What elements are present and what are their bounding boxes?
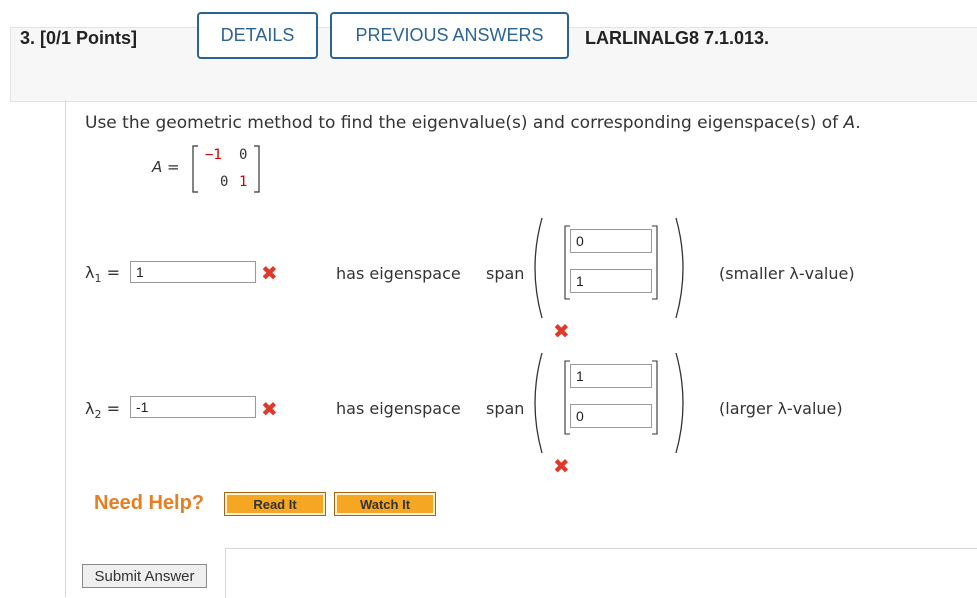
equals-sign: = — [106, 263, 120, 282]
question-points-label: 3. [0/1 Points] — [20, 28, 138, 48]
matrix-cell-1-2: 0 — [239, 147, 248, 163]
matrix-cell-1-1: −1 — [205, 147, 222, 163]
x-mark-icon: ✖ — [553, 454, 570, 478]
x-mark-icon: ✖ — [261, 397, 278, 421]
matrix-a: −1 0 0 1 — [191, 143, 261, 195]
previous-answers-button[interactable]: PREVIOUS ANSWERS — [330, 12, 569, 59]
matrix-label: A = — [152, 158, 180, 176]
watch-it-button[interactable]: Watch It — [334, 492, 436, 516]
lambda-subscript: 2 — [94, 408, 102, 422]
has-eigenspace-label: has eigenspace — [336, 399, 461, 418]
has-eigenspace-label: has eigenspace — [336, 264, 461, 283]
x-mark-icon: ✖ — [553, 319, 570, 343]
content-divider — [65, 100, 66, 597]
matrix-cell-2-1: 0 — [220, 174, 229, 190]
eigenvector-2-entry-1-input[interactable]: 1 — [570, 364, 652, 388]
prompt-text: Use the geometric method to find the eig… — [85, 113, 844, 133]
lambda-subscript: 1 — [94, 272, 102, 286]
submit-answer-button[interactable]: Submit Answer — [82, 564, 207, 588]
question-prompt: Use the geometric method to find the eig… — [85, 113, 861, 133]
matrix-cell-2-2: 1 — [239, 174, 248, 190]
eigenvector-1-entry-2-input[interactable]: 1 — [570, 269, 652, 293]
x-mark-icon: ✖ — [261, 261, 278, 285]
eigenvector-2-entry-2-input[interactable]: 0 — [570, 404, 652, 428]
lambda-2-label: λ2 = — [85, 399, 120, 421]
details-button[interactable]: DETAILS — [197, 12, 318, 59]
span-label: span — [486, 399, 525, 418]
span-label: span — [486, 264, 525, 283]
smaller-lambda-note: (smaller λ-value) — [719, 264, 855, 283]
lambda-2-input[interactable]: -1 — [130, 396, 256, 418]
read-it-button[interactable]: Read It — [224, 492, 326, 516]
question-code: LARLINALG8 7.1.013. — [585, 28, 770, 48]
lambda-1-input[interactable]: 1 — [130, 261, 256, 283]
lambda-1-label: λ1 = — [85, 263, 120, 285]
prompt-end: . — [855, 113, 861, 133]
answer-panel — [225, 548, 977, 598]
prompt-var: A — [843, 113, 856, 133]
equals-sign: = — [106, 399, 120, 418]
eigenvector-1-entry-1-input[interactable]: 0 — [570, 229, 652, 253]
larger-lambda-note: (larger λ-value) — [719, 399, 843, 418]
need-help-label: Need Help? — [94, 492, 205, 514]
